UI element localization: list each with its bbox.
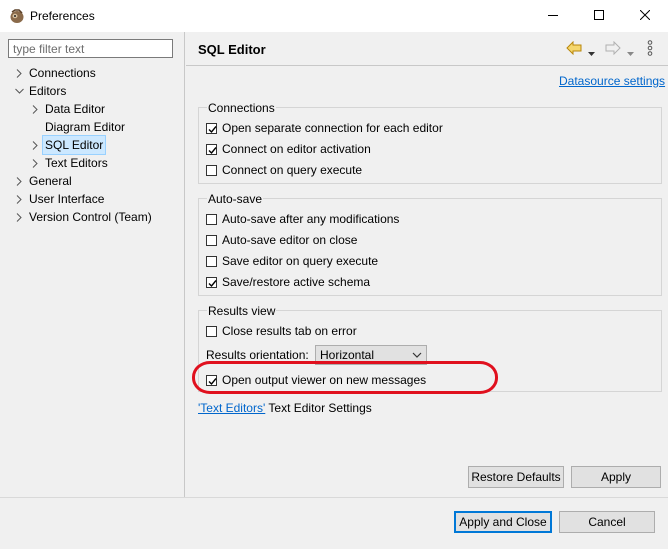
close-button[interactable] bbox=[622, 0, 668, 32]
option-close-results-on-error[interactable]: Close results tab on error bbox=[206, 322, 357, 340]
option-label: Connect on editor activation bbox=[222, 142, 371, 156]
filter-input[interactable] bbox=[8, 39, 173, 58]
forward-dropdown-button[interactable] bbox=[627, 45, 634, 59]
option-autosave-modifications[interactable]: Auto-save after any modifications bbox=[206, 210, 399, 228]
option-label: Auto-save after any modifications bbox=[222, 212, 400, 226]
view-menu-button[interactable] bbox=[647, 40, 653, 59]
group-title: Connections bbox=[207, 101, 276, 115]
checkbox[interactable] bbox=[206, 143, 217, 155]
tree-item-label: Data Editor bbox=[45, 102, 106, 116]
tree-item-label: Editors bbox=[29, 84, 67, 98]
checkbox[interactable] bbox=[206, 325, 217, 337]
option-label: Save editor on query execute bbox=[222, 254, 379, 268]
button-label: Cancel bbox=[588, 515, 626, 529]
close-icon bbox=[639, 9, 651, 23]
cancel-button[interactable]: Cancel bbox=[559, 511, 655, 533]
window-title: Preferences bbox=[30, 9, 95, 23]
tree-item-label: Diagram Editor bbox=[45, 120, 126, 134]
option-autosave-on-close[interactable]: Auto-save editor on close bbox=[206, 231, 357, 249]
button-label: Restore Defaults bbox=[471, 470, 561, 484]
checkbox[interactable] bbox=[206, 164, 217, 176]
option-label: Close results tab on error bbox=[222, 324, 357, 338]
group-title: Results view bbox=[207, 304, 277, 318]
pane-divider[interactable] bbox=[184, 32, 185, 497]
chevron-right-icon[interactable] bbox=[14, 64, 24, 82]
option-connect-on-activation[interactable]: Connect on editor activation bbox=[206, 140, 371, 158]
option-label: Auto-save editor on close bbox=[222, 233, 358, 247]
apply-and-close-button[interactable]: Apply and Close bbox=[454, 511, 552, 533]
chevron-right-icon[interactable] bbox=[14, 172, 24, 190]
restore-defaults-button[interactable]: Restore Defaults bbox=[468, 466, 564, 488]
tree-item-label: Connections bbox=[29, 66, 96, 80]
maximize-button[interactable] bbox=[576, 0, 622, 32]
minimize-icon bbox=[548, 9, 558, 23]
option-label: Connect on query execute bbox=[222, 163, 363, 177]
forward-arrow-icon bbox=[605, 40, 621, 58]
text-editors-suffix: Text Editor Settings bbox=[265, 401, 372, 415]
chevron-down-icon[interactable] bbox=[14, 82, 24, 100]
back-arrow-icon bbox=[566, 40, 582, 58]
dialog-separator bbox=[0, 497, 668, 498]
datasource-settings-link[interactable]: Datasource settings bbox=[559, 74, 665, 88]
option-save-restore-schema[interactable]: Save/restore active schema bbox=[206, 273, 370, 291]
orientation-value: Horizontal bbox=[320, 348, 375, 362]
option-connect-on-query[interactable]: Connect on query execute bbox=[206, 161, 362, 179]
chevron-right-icon[interactable] bbox=[14, 190, 24, 208]
option-label: Save/restore active schema bbox=[222, 275, 371, 289]
header-separator bbox=[186, 65, 668, 66]
minimize-button[interactable] bbox=[530, 0, 576, 32]
orientation-label: Results orientation: bbox=[206, 348, 309, 362]
option-save-on-query[interactable]: Save editor on query execute bbox=[206, 252, 378, 270]
group-title: Auto-save bbox=[207, 192, 264, 206]
forward-button[interactable] bbox=[605, 40, 621, 58]
checkbox[interactable] bbox=[206, 276, 217, 288]
app-logo-icon bbox=[9, 8, 25, 24]
tree-item-label: User Interface bbox=[29, 192, 105, 206]
apply-button[interactable]: Apply bbox=[571, 466, 661, 488]
chevron-right-icon[interactable] bbox=[30, 136, 40, 154]
tree-item-label: Version Control (Team) bbox=[29, 210, 152, 224]
text-editors-note: 'Text Editors' Text Editor Settings bbox=[198, 401, 372, 415]
vertical-dots-icon bbox=[647, 40, 653, 59]
caret-down-icon bbox=[588, 45, 595, 59]
chevron-right-icon[interactable] bbox=[14, 208, 24, 226]
chevron-right-icon[interactable] bbox=[30, 100, 40, 118]
checkbox[interactable] bbox=[206, 122, 217, 134]
caret-down-icon bbox=[627, 45, 634, 59]
option-separate-connection[interactable]: Open separate connection for each editor bbox=[206, 119, 443, 137]
back-button[interactable] bbox=[566, 40, 582, 58]
chevron-right-icon[interactable] bbox=[30, 154, 40, 172]
checkbox[interactable] bbox=[206, 234, 217, 246]
checkbox[interactable] bbox=[206, 255, 217, 267]
tree-item-label: SQL Editor bbox=[41, 135, 107, 155]
back-dropdown-button[interactable] bbox=[588, 45, 595, 59]
tree-item-label: General bbox=[29, 174, 72, 188]
button-label: Apply bbox=[600, 470, 632, 484]
text-editors-link[interactable]: 'Text Editors' bbox=[198, 401, 265, 415]
maximize-icon bbox=[594, 9, 604, 23]
page-title: SQL Editor bbox=[198, 42, 266, 57]
button-label: Apply and Close bbox=[459, 515, 547, 529]
checkbox[interactable] bbox=[206, 213, 217, 225]
tree-item-label: Text Editors bbox=[45, 156, 108, 170]
option-label: Open separate connection for each editor bbox=[222, 121, 443, 135]
highlight-ellipse bbox=[192, 361, 498, 394]
